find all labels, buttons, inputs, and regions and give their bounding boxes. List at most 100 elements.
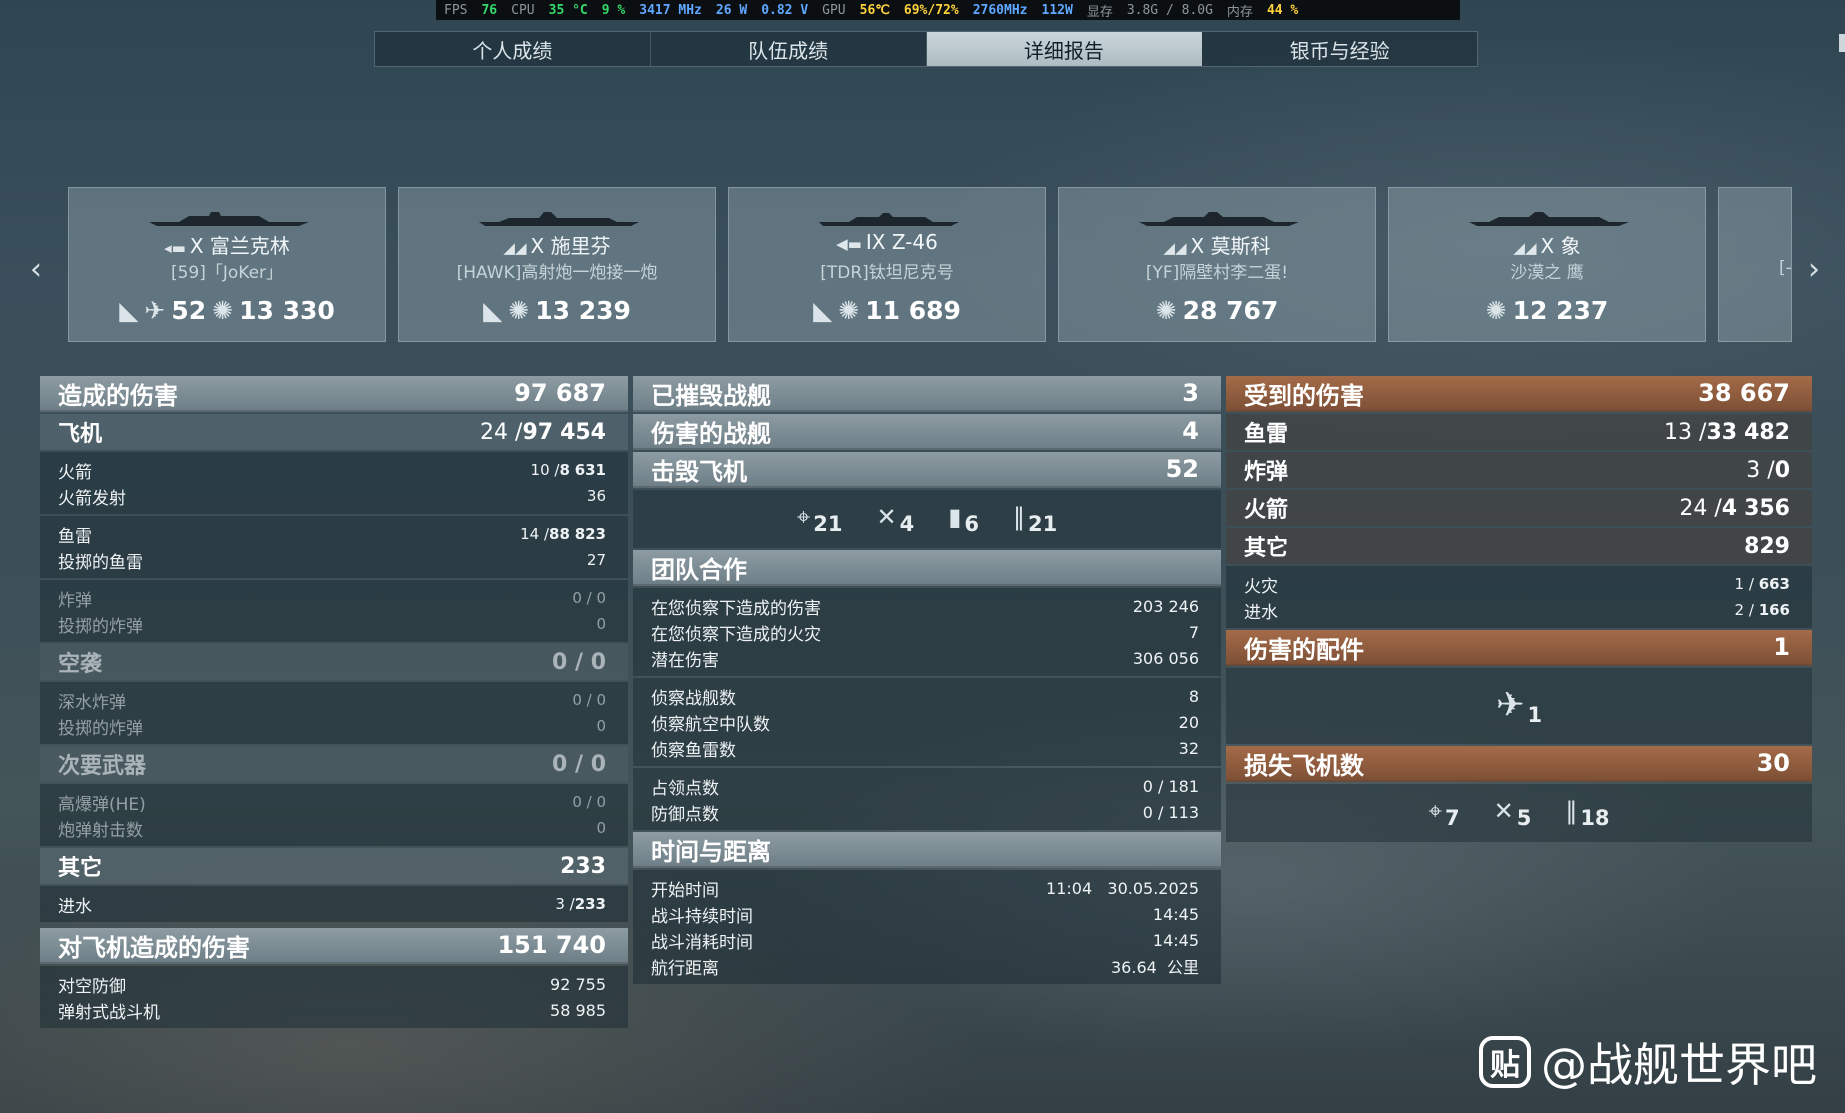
shells-row: 炮弹射击数 0 <box>58 819 606 841</box>
depth-bombs-row: 深水炸弹 0 / 0 <box>58 691 606 713</box>
other-row: 其它 233 <box>40 848 628 884</box>
ship-stats: ✺ 28 767 <box>1059 296 1375 325</box>
catapult-row: 弹射式战斗机 58 985 <box>58 1000 606 1023</box>
potential-damage-row: 潜在伤害 306 056 <box>651 648 1199 671</box>
report-tabs: 个人成绩 队伍成绩 详细报告 银币与经验 <box>374 31 1478 67</box>
teamwork-group: 在您侦察下造成的伤害 203 246 在您侦察下造成的火灾 7 潜在伤害 306 05… <box>633 588 1221 676</box>
crosshair-icon: ⌖ <box>1428 796 1442 825</box>
damage-icon: ✺ <box>1155 296 1177 325</box>
received-torpedo-row: 鱼雷 13 /33 482 <box>1226 414 1812 450</box>
player-name: 沙漠之 鹰 <box>1510 263 1584 283</box>
depth-dropped-row: 投掷的炸弹 0 <box>58 717 606 739</box>
destroyer-class-icon: ◀▬ <box>836 235 862 253</box>
gpu-power: 112W <box>1041 2 1073 18</box>
ship-stats: ✺ 12 237 <box>1389 296 1705 325</box>
tab-credits-xp[interactable]: 银币与经验 <box>1202 32 1477 66</box>
lost-rocket-stat: ‖ 18 <box>1565 796 1610 830</box>
player-name: [- <box>1779 258 1791 278</box>
carousel-right-arrow-icon[interactable]: › <box>1808 252 1820 287</box>
spotted-squadrons-row: 侦察航空中队数 20 <box>651 712 1199 735</box>
tab-detailed-report[interactable]: 详细报告 <box>926 32 1203 66</box>
carousel-left-arrow-icon[interactable]: ‹ <box>30 252 42 287</box>
received-other-row: 其它 829 <box>1226 528 1812 564</box>
received-flood-row: 进水 2 / 166 <box>1244 601 1790 623</box>
window-edge-marker <box>1839 34 1845 52</box>
ribbon-torpedo-icon: ◣ <box>119 296 139 325</box>
damage-value: 11 689 <box>865 296 961 325</box>
received-bomb-row: 炸弹 3 /0 <box>1226 452 1812 488</box>
fps-label: FPS <box>444 2 468 18</box>
aircraft-row: 飞机 24 /97 454 <box>40 414 628 450</box>
ship-name: ◢◢ X 莫斯科 <box>1163 234 1271 258</box>
bombs-row: 炸弹 0 / 0 <box>58 589 606 611</box>
fighter-stat: ⌖ 21 <box>796 502 843 536</box>
crosshair-icon: ⌖ <box>796 502 811 531</box>
duration-row: 战斗持续时间 14:45 <box>651 904 1199 927</box>
bomber-stat: ✕ 4 <box>876 502 915 536</box>
aa-defense-row: 对空防御 92 755 <box>58 974 606 997</box>
cpu-temp: 35 °C <box>548 2 588 18</box>
ship-card[interactable]: ◢◢ X 施里芬 [HAWK]高射炮一炮接一炮 ◣ ✺ 13 239 <box>398 187 716 342</box>
vram-value: 3.8G / 8.0G <box>1126 2 1213 18</box>
he-row: 高爆弹(HE) 0 / 0 <box>58 793 606 815</box>
plane-kills: 52 <box>171 296 207 325</box>
damage-value: 13 330 <box>239 296 335 325</box>
time-distance-header: 时间与距离 <box>633 832 1221 868</box>
ship-stats: ◣ ✈ 52 ✺ 13 330 <box>69 296 385 325</box>
flooding-row: 进水 3 /233 <box>58 895 606 917</box>
distance-row: 航行距离 36.64 公里 <box>651 958 1199 979</box>
rocket-icon: ‖ <box>1013 502 1026 531</box>
ship-name: ◢◢ X 象 <box>1513 234 1581 258</box>
spot-fires-row: 在您侦察下造成的火灾 7 <box>651 622 1199 645</box>
rocket-stat: ‖ 21 <box>1013 502 1058 536</box>
ship-silhouette-icon <box>1139 212 1299 226</box>
planes-lost-header: 损失飞机数 30 <box>1226 746 1812 782</box>
ship-silhouette-icon <box>819 213 959 226</box>
cpu-label: CPU <box>511 2 535 18</box>
secondary-row: 次要武器 0 / 0 <box>40 746 628 782</box>
ship-name: ◢◢ X 施里芬 <box>503 234 611 258</box>
damage-received-header: 受到的伤害 38 667 <box>1226 376 1812 412</box>
ship-card[interactable]: ◢◢ X 象 沙漠之 鹰 ✺ 12 237 <box>1388 187 1706 342</box>
damaged-modules-header: 伤害的配件 1 <box>1226 630 1812 666</box>
damage-value: 13 239 <box>535 296 631 325</box>
time-group: 开始时间 11:04 30.05.2025 战斗持续时间 14:45 战斗消耗时间 1… <box>633 870 1221 984</box>
ribbon-torpedo-icon: ◣ <box>483 296 503 325</box>
torpedo-icon: ▮ <box>948 502 962 531</box>
ship-card[interactable]: ◀▬ IX Z-46 [TDR]钛坦尼克号 ◣ ✺ 11 689 <box>728 187 1046 342</box>
module-icons-row: ✈ 1 <box>1226 668 1812 744</box>
elapsed-row: 战斗消耗时间 14:45 <box>651 930 1199 953</box>
airstrike-row: 空袭 0 / 0 <box>40 644 628 680</box>
ship-silhouette-icon <box>149 212 309 226</box>
ship-name: ◂▬ X 富兰克林 <box>164 234 290 258</box>
ship-card[interactable]: ◂▬ X 富兰克林 [59]「JoKer」 ◣ ✈ 52 ✺ 13 330 <box>68 187 386 342</box>
torpedo-stat: ▮ 6 <box>948 502 980 536</box>
ship-stats: ◣ ✺ 13 239 <box>399 296 715 325</box>
watermark-text: @战舰世界吧 <box>1541 1038 1817 1092</box>
tab-team[interactable]: 队伍成绩 <box>651 32 927 66</box>
spotted-ships-row: 侦察战舰数 8 <box>651 686 1199 709</box>
damage-icon: ✺ <box>508 296 530 325</box>
dot-group: 火灾 1 / 663 进水 2 / 166 <box>1226 566 1812 628</box>
cruiser-class-icon: ◢◢ <box>1163 239 1187 257</box>
cpu-load: 9 % <box>601 2 626 18</box>
ship-card-partial[interactable]: [- <box>1718 187 1792 342</box>
bomber-icon: ✕ <box>876 502 897 531</box>
damage-icon: ✺ <box>1485 296 1507 325</box>
destroyed-ships-header: 已摧毁战舰 3 <box>633 376 1221 412</box>
received-fire-row: 火灾 1 / 663 <box>1244 575 1790 597</box>
planes-shot-header: 击毁飞机 52 <box>633 452 1221 488</box>
fps-value: 76 <box>481 2 498 18</box>
capture-group: 占领点数 0 / 181 防御点数 0 / 113 <box>633 768 1221 830</box>
secondary-group: 高爆弹(HE) 0 / 0 炮弹射击数 0 <box>40 784 628 846</box>
lost-fighter-stat: ⌖ 7 <box>1428 796 1460 830</box>
lost-plane-types-row: ⌖ 7 ✕ 5 ‖ 18 <box>1226 784 1812 842</box>
ship-card[interactable]: ◢◢ X 莫斯科 [YF]隔壁村李二蛋! ✺ 28 767 <box>1058 187 1376 342</box>
tab-personal[interactable]: 个人成绩 <box>375 32 651 66</box>
rockets-row: 火箭 10 /8 631 <box>58 461 606 483</box>
aircraft-module-icon: ✈ <box>1495 685 1525 725</box>
damage-value: 12 237 <box>1512 296 1609 325</box>
plane-kill-icon: ✈ <box>144 296 166 325</box>
ship-name: ◀▬ IX Z-46 <box>836 230 938 254</box>
damage-value: 28 767 <box>1182 296 1279 325</box>
